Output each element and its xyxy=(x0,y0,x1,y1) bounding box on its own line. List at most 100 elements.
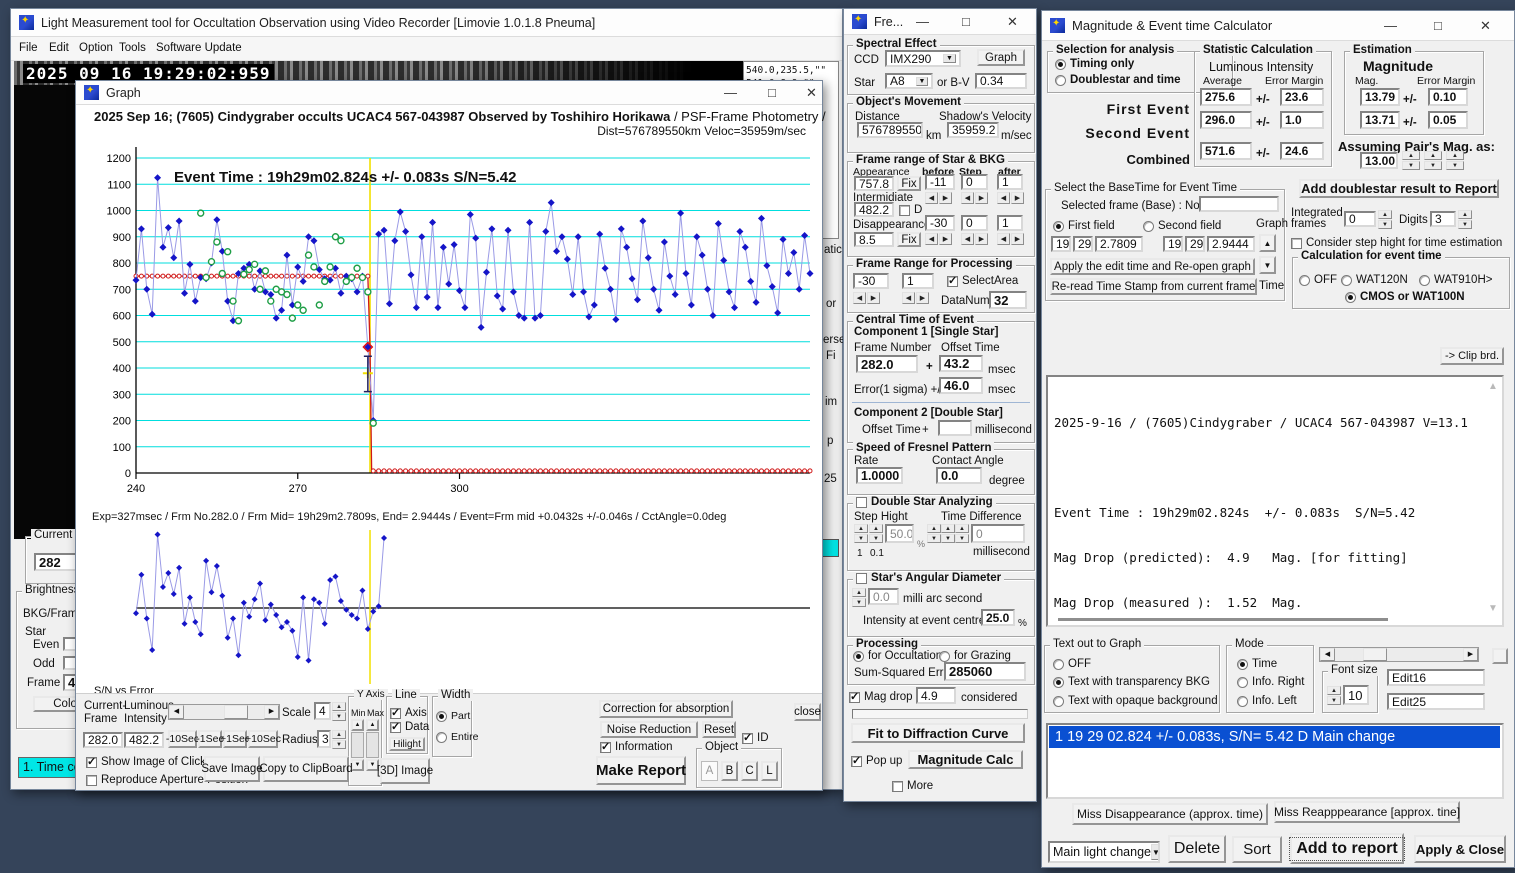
current-frame-field[interactable]: 282 xyxy=(34,553,78,571)
miss-reappearance-button[interactable]: Miss Reapppearance [approx. tine] xyxy=(1274,801,1460,823)
dis-before-spinner[interactable]: ◀ ▶ xyxy=(925,233,952,245)
sort-button[interactable]: Sort xyxy=(1232,836,1282,863)
font-size-field[interactable]: 10 xyxy=(1343,685,1369,705)
second-field-radio[interactable]: Second field xyxy=(1143,220,1221,232)
noise-reduction-button[interactable]: Noise Reduction xyxy=(600,721,698,738)
dis-after-spinner[interactable]: ◀ ▶ xyxy=(997,233,1024,245)
sum-squared-error-field[interactable]: 285060 xyxy=(944,662,1026,681)
object-b-button[interactable]: B xyxy=(721,761,738,781)
avg-first-field[interactable]: 275.6 xyxy=(1200,88,1252,106)
close-icon[interactable]: ✕ xyxy=(1480,18,1491,34)
apply-edit-time-button[interactable]: Apply the edit time and Re-open graph xyxy=(1050,258,1255,275)
menu-option[interactable]: Option xyxy=(79,42,113,54)
td-spinner-a[interactable]: ▲ ▼ xyxy=(927,524,941,543)
correction-absorption-button[interactable]: Correction for absorption xyxy=(599,700,733,718)
consider-step-checkbox[interactable]: Consider step hight for time estimation xyxy=(1291,237,1502,249)
datanum-field[interactable]: 32 xyxy=(989,291,1027,309)
contact-angle-field[interactable]: 0.0 xyxy=(936,467,982,484)
menu-edit[interactable]: Edit xyxy=(49,42,69,54)
font-size-spinner[interactable]: ▲ ▼ xyxy=(1327,686,1341,705)
proc-range-start-field[interactable]: -30 xyxy=(853,273,889,289)
double-star-legend[interactable]: Double Star Analyzing xyxy=(853,496,996,508)
second-mm-field[interactable]: 29 xyxy=(1185,236,1205,252)
apply-close-button[interactable]: Apply & Close xyxy=(1414,835,1506,863)
scale-spinner[interactable]: ▲ ▼ xyxy=(332,702,346,721)
mag-drop-checkbox[interactable]: Mag drop xyxy=(849,690,913,703)
menu-file[interactable]: File xyxy=(19,42,38,54)
textout-transparent-radio[interactable]: Text with transparency BKG xyxy=(1053,676,1210,688)
proc-range-end-spinner[interactable]: ◀ ▶ xyxy=(902,292,929,304)
miss-disappearance-button[interactable]: Miss Disappearance (approx. time) xyxy=(1072,803,1268,825)
minus-1sec-button[interactable]: -1Sec xyxy=(196,730,224,748)
object-c-button[interactable]: C xyxy=(741,761,758,781)
scrollbar-corner-button[interactable] xyxy=(1492,648,1508,664)
timing-only-radio[interactable]: Timing only xyxy=(1055,58,1134,70)
hilight-button[interactable]: Hilight xyxy=(389,737,425,751)
mode-time-radio[interactable]: Time xyxy=(1237,658,1277,670)
ymin-track[interactable] xyxy=(351,732,364,758)
offset-time-field[interactable]: 43.2 xyxy=(939,355,983,372)
app-step-field[interactable]: 0 xyxy=(961,174,988,190)
mode-info-left-radio[interactable]: Info. Left xyxy=(1237,695,1297,707)
dis-step-spinner[interactable]: ◀ ▶ xyxy=(961,233,988,245)
digits-spinner[interactable]: ▲ ▼ xyxy=(1458,210,1472,229)
selected-frame-field[interactable] xyxy=(1199,196,1279,212)
scroll-up-hint-icon[interactable]: ▲ xyxy=(1488,381,1498,392)
doublestar-time-radio[interactable]: Doublestar and time xyxy=(1055,74,1181,86)
time-difference-field[interactable]: 0 xyxy=(971,524,1025,543)
app-before-field[interactable]: -11 xyxy=(925,174,955,190)
bottom-hscrollbar[interactable]: ◀ ▶ xyxy=(1319,647,1479,662)
for-occultation-radio[interactable]: for Occultation xyxy=(853,650,942,662)
integrated-frames-field[interactable]: 0 xyxy=(1344,211,1376,227)
menu-software-update[interactable]: Software Update xyxy=(156,42,242,54)
textout-off-radio[interactable]: OFF xyxy=(1053,658,1091,670)
dis-step-field[interactable]: 0 xyxy=(961,215,988,231)
delete-button[interactable]: Delete xyxy=(1168,835,1226,863)
ymax-track[interactable] xyxy=(366,732,379,758)
error-field[interactable]: 46.0 xyxy=(939,377,983,394)
maximize-icon[interactable]: □ xyxy=(768,85,776,100)
maximize-icon[interactable]: □ xyxy=(1434,18,1442,33)
object-a-button[interactable]: A xyxy=(701,761,718,781)
appearance-fix-button[interactable]: Fix xyxy=(897,176,921,191)
digits-field[interactable]: 3 xyxy=(1430,211,1456,227)
graph-up-button[interactable]: ▲ xyxy=(1259,234,1276,252)
pair-spinner-2[interactable]: ▲ ▼ xyxy=(1424,151,1442,170)
cmos-wat100n-radio[interactable]: CMOS or WAT100N xyxy=(1345,291,1465,303)
pair-spinner-1[interactable]: ▲ ▼ xyxy=(1402,151,1420,170)
avg-second-field[interactable]: 296.0 xyxy=(1200,111,1252,129)
app-step-spinner[interactable]: ◀ ▶ xyxy=(961,192,988,204)
add-doublestar-button[interactable]: Add doublestar result to Report xyxy=(1299,179,1499,198)
axis-checkbox[interactable]: Axis xyxy=(390,706,427,719)
ymax-up-button[interactable]: ▲ xyxy=(366,719,379,731)
star-combo[interactable]: A8 ▼ xyxy=(885,73,933,89)
proc-range-end-field[interactable]: 1 xyxy=(902,273,934,289)
event-frame-field[interactable]: 282.0 xyxy=(856,355,918,373)
copy-clipboard-button[interactable]: Copy to ClipBoard xyxy=(259,756,353,782)
make-report-button[interactable]: Make Report xyxy=(596,756,686,785)
luminous-input[interactable]: 482.2 xyxy=(124,732,164,748)
err-first-field[interactable]: 23.6 xyxy=(1280,88,1324,106)
ymin-down-button[interactable]: ▼ xyxy=(351,759,364,771)
menu-tools[interactable]: Tools xyxy=(119,42,146,54)
mag-err-first-field[interactable]: 0.10 xyxy=(1428,88,1468,106)
pair-mag-field[interactable]: 13.00 xyxy=(1360,152,1398,169)
reread-timestamp-button[interactable]: Re-read Time Stamp from current frame xyxy=(1050,278,1257,295)
err-combined-field[interactable]: 24.6 xyxy=(1280,142,1324,160)
width-part-radio[interactable]: Part xyxy=(436,710,470,722)
mag-second-field[interactable]: 13.71 xyxy=(1360,111,1400,129)
3d-image-button[interactable]: [3D] Image xyxy=(377,758,433,784)
d-checkbox[interactable]: D xyxy=(899,204,922,216)
integrated-spinner[interactable]: ▲ ▼ xyxy=(1378,210,1392,229)
calculator-titlebar[interactable]: Magnitude & Event time Calculator xyxy=(1042,11,1514,41)
ymin-up-button[interactable]: ▲ xyxy=(351,719,364,731)
avg-combined-field[interactable]: 571.6 xyxy=(1200,142,1252,160)
save-image-button[interactable]: Save Image xyxy=(201,756,263,782)
id-checkbox[interactable]: ID xyxy=(742,731,769,744)
close-icon[interactable]: ✕ xyxy=(1007,14,1018,30)
current-frame-input[interactable]: 282.0 xyxy=(83,732,123,748)
for-grazing-radio[interactable]: for Grazing xyxy=(939,650,1011,662)
intermidiate-field[interactable]: 482.2 xyxy=(854,202,894,217)
first-field-radio[interactable]: First field xyxy=(1053,220,1115,232)
app-before-spinner[interactable]: ◀ ▶ xyxy=(925,192,952,204)
